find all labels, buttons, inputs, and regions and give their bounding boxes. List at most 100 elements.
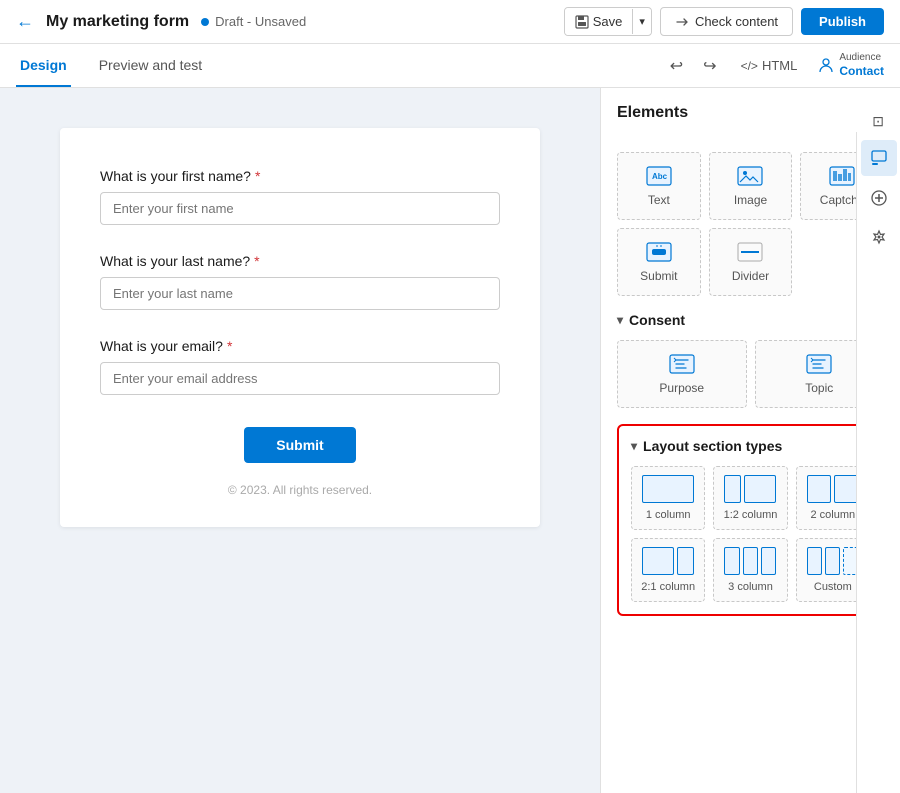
layout-section: ▾ Layout section types 1 column xyxy=(617,424,884,616)
col-box-c xyxy=(761,547,776,575)
back-button[interactable]: ← xyxy=(16,11,34,32)
col-box-e xyxy=(825,547,840,575)
layout-grid: 1 column 1:2 column 2 column xyxy=(631,466,870,602)
save-icon xyxy=(575,15,589,29)
layout-chevron: ▾ xyxy=(631,439,637,453)
12col-preview xyxy=(724,475,776,503)
element-purpose[interactable]: Purpose xyxy=(617,340,747,408)
first-name-label: What is your first name? * xyxy=(100,168,500,184)
col-box-wide xyxy=(744,475,776,503)
save-dropdown: Save ▾ xyxy=(564,7,652,36)
consent-section-header[interactable]: ▾ Consent xyxy=(617,312,884,328)
divider-element-icon xyxy=(736,241,764,263)
topic-element-icon xyxy=(805,353,833,375)
layout-1col-label: 1 column xyxy=(646,509,691,521)
audience-label: Audience xyxy=(839,52,884,64)
sidebar-add-button[interactable] xyxy=(861,180,897,216)
first-name-field: What is your first name? * xyxy=(100,168,500,225)
toolbar: Design Preview and test ↩ ↪ </> HTML Aud… xyxy=(0,44,900,88)
image-element-icon xyxy=(736,165,764,187)
element-topic-label: Topic xyxy=(805,381,833,395)
email-field: What is your email? * xyxy=(100,338,500,395)
html-label: HTML xyxy=(762,58,797,73)
layout-2col-label: 2 column xyxy=(811,509,856,521)
save-arrow-button[interactable]: ▾ xyxy=(632,9,651,34)
svg-text:Abc: Abc xyxy=(652,172,668,181)
custom-preview xyxy=(807,547,859,575)
check-icon xyxy=(675,15,689,29)
sidebar-elements-button[interactable] xyxy=(861,140,897,176)
required-star-1: * xyxy=(255,168,260,184)
html-button[interactable]: </> HTML xyxy=(733,54,806,77)
last-name-label: What is your last name? * xyxy=(100,253,500,269)
submit-button[interactable]: Submit xyxy=(244,427,355,463)
layout-12col-label: 1:2 column xyxy=(724,509,778,521)
check-content-button[interactable]: Check content xyxy=(660,7,793,36)
panel-expand-button[interactable]: ⊡ xyxy=(872,113,884,130)
element-submit[interactable]: Submit xyxy=(617,228,701,296)
layout-section-header[interactable]: ▾ Layout section types xyxy=(631,438,870,454)
email-input[interactable] xyxy=(100,362,500,395)
layout-12col[interactable]: 1:2 column xyxy=(713,466,787,530)
header-actions: Save ▾ Check content Publish xyxy=(564,7,884,36)
right-sidebar-icons xyxy=(856,132,900,793)
col-box-d xyxy=(807,547,822,575)
consent-chevron: ▾ xyxy=(617,313,623,327)
form-card: What is your first name? * What is your … xyxy=(60,128,540,527)
page-title: My marketing form xyxy=(46,13,189,31)
required-star-3: * xyxy=(227,338,232,354)
add-sidebar-icon xyxy=(870,189,888,207)
tab-preview[interactable]: Preview and test xyxy=(95,45,207,87)
email-label: What is your email? * xyxy=(100,338,500,354)
element-submit-label: Submit xyxy=(640,269,677,283)
sidebar-settings-button[interactable] xyxy=(861,220,897,256)
settings-sidebar-icon xyxy=(870,229,888,247)
consent-grid: Purpose Topic xyxy=(617,340,884,408)
toolbar-icons: ↩ ↪ </> HTML Audience Contact xyxy=(666,52,884,80)
app-header: ← My marketing form Draft - Unsaved Save… xyxy=(0,0,900,44)
status-dot xyxy=(201,18,209,26)
element-divider[interactable]: Divider xyxy=(709,228,793,296)
layout-section-label: Layout section types xyxy=(643,438,782,454)
captcha-element-icon xyxy=(828,165,856,187)
layout-1col[interactable]: 1 column xyxy=(631,466,705,530)
tab-design[interactable]: Design xyxy=(16,45,71,87)
redo-button[interactable]: ↪ xyxy=(699,52,720,80)
col-box-wide-2 xyxy=(642,547,674,575)
col-box xyxy=(642,475,694,503)
col-box-narrow xyxy=(724,475,741,503)
layout-21col[interactable]: 2:1 column xyxy=(631,538,705,602)
audience-icon xyxy=(817,56,835,74)
publish-label: Publish xyxy=(819,14,866,29)
text-element-icon: Abc xyxy=(645,165,673,187)
submit-container: Submit xyxy=(100,427,500,463)
21col-preview xyxy=(642,547,694,575)
publish-button[interactable]: Publish xyxy=(801,8,884,35)
elements-panel: Elements ⊡ Abc Text Image xyxy=(600,88,900,793)
panel-title: Elements xyxy=(617,104,688,122)
layout-custom-label: Custom xyxy=(814,581,852,593)
audience-selector[interactable]: Audience Contact xyxy=(817,52,884,78)
save-label: Save xyxy=(593,14,623,29)
first-name-input[interactable] xyxy=(100,192,500,225)
last-name-field: What is your last name? * xyxy=(100,253,500,310)
status-text: Draft - Unsaved xyxy=(215,14,306,29)
consent-section-label: Consent xyxy=(629,312,685,328)
element-image[interactable]: Image xyxy=(709,152,793,220)
layout-3col[interactable]: 3 column xyxy=(713,538,787,602)
audience-value: Contact xyxy=(839,64,884,78)
undo-button[interactable]: ↩ xyxy=(666,52,687,80)
col-box-narrow-2 xyxy=(677,547,694,575)
element-image-label: Image xyxy=(734,193,767,207)
layout-3col-label: 3 column xyxy=(728,581,773,593)
layout-21col-label: 2:1 column xyxy=(641,581,695,593)
element-purpose-label: Purpose xyxy=(659,381,704,395)
3col-preview xyxy=(724,547,776,575)
element-text[interactable]: Abc Text xyxy=(617,152,701,220)
element-divider-label: Divider xyxy=(732,269,769,283)
col-box-b xyxy=(743,547,758,575)
draft-status: Draft - Unsaved xyxy=(201,14,306,29)
purpose-element-icon xyxy=(668,353,696,375)
last-name-input[interactable] xyxy=(100,277,500,310)
save-button[interactable]: Save xyxy=(565,8,633,35)
